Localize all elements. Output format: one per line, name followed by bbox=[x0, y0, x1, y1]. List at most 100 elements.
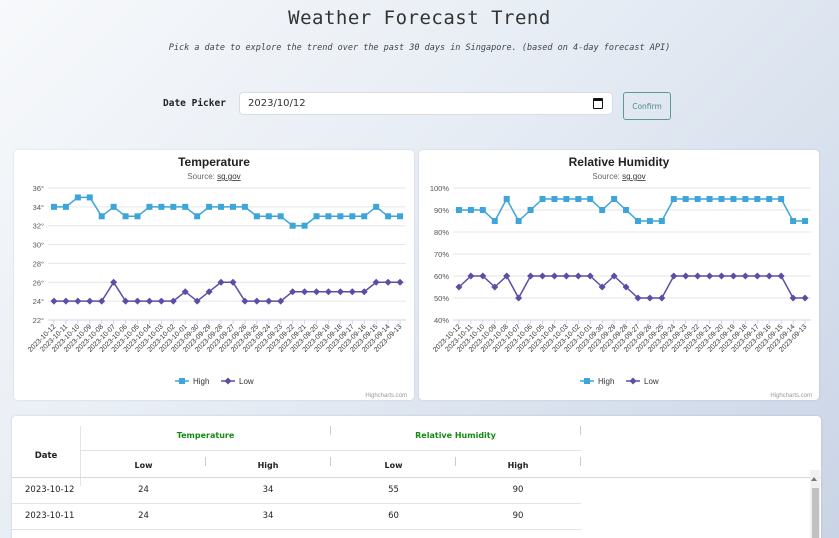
data-point-high bbox=[253, 213, 260, 220]
data-point-high bbox=[527, 207, 534, 213]
y-tick-label: 60% bbox=[434, 272, 449, 281]
data-point-low bbox=[741, 272, 749, 280]
legend-diamond-marker bbox=[629, 377, 637, 385]
data-point-high bbox=[623, 207, 630, 213]
data-point-low bbox=[765, 272, 773, 280]
data-point-high bbox=[373, 203, 380, 210]
y-tick-label: 70% bbox=[434, 250, 449, 259]
series-line-low bbox=[458, 274, 805, 300]
y-tick-label: 24° bbox=[33, 297, 44, 306]
data-point-high bbox=[730, 196, 737, 202]
data-point-high bbox=[241, 203, 248, 210]
data-point-high bbox=[599, 207, 606, 213]
data-point-low bbox=[562, 272, 570, 280]
data-point-low bbox=[241, 297, 249, 305]
table-header-humidity[interactable]: Relative Humidity bbox=[331, 424, 580, 446]
table-cell-rh-low: 55 bbox=[388, 485, 399, 495]
data-point-high bbox=[515, 218, 522, 224]
table-header-temperature[interactable]: Temperature bbox=[81, 424, 330, 446]
page-subtitle: Pick a date to explore the trend over th… bbox=[168, 43, 671, 53]
data-point-low bbox=[50, 297, 58, 305]
table-header-temp-low[interactable]: Low bbox=[81, 454, 206, 476]
data-point-low bbox=[574, 272, 582, 280]
date-picker-label: Date Picker bbox=[163, 98, 226, 109]
data-point-high bbox=[634, 218, 641, 224]
data-point-high bbox=[646, 218, 653, 224]
y-tick-label: 100% bbox=[430, 184, 450, 193]
data-point-high bbox=[301, 222, 308, 229]
data-point-high bbox=[289, 222, 296, 229]
page-title: Weather Forecast Trend bbox=[288, 7, 551, 29]
data-point-low bbox=[301, 288, 309, 296]
data-point-high bbox=[551, 196, 558, 202]
series-line-low bbox=[54, 280, 400, 303]
data-point-high bbox=[182, 203, 189, 210]
data-point-low bbox=[384, 278, 392, 286]
data-point-high bbox=[86, 194, 93, 201]
data-point-high bbox=[682, 196, 689, 202]
table-header-temp-high[interactable]: High bbox=[206, 454, 330, 476]
y-tick-label: 30° bbox=[33, 241, 44, 250]
table-header-rh-high[interactable]: High bbox=[456, 454, 580, 476]
data-point-low bbox=[98, 297, 106, 305]
chart-title: Temperature bbox=[178, 155, 250, 169]
table-cell-date: 2023-10-12 bbox=[25, 485, 75, 495]
data-point-high bbox=[790, 218, 797, 224]
data-point-high bbox=[361, 213, 368, 220]
table-cell-rh-high: 90 bbox=[512, 511, 524, 521]
date-picker-value: 2023/10/12 bbox=[248, 98, 306, 109]
data-point-low bbox=[313, 288, 320, 296]
data-point-high bbox=[122, 213, 129, 220]
data-point-high bbox=[455, 207, 462, 213]
data-point-low bbox=[777, 272, 785, 280]
data-point-low bbox=[670, 272, 678, 280]
data-point-low bbox=[694, 272, 702, 280]
data-point-high bbox=[158, 203, 165, 210]
data-point-high bbox=[718, 196, 725, 202]
table-cell-rh-high: 90 bbox=[512, 485, 524, 495]
data-point-low bbox=[682, 272, 690, 280]
data-point-high bbox=[206, 203, 213, 210]
data-point-low bbox=[348, 288, 356, 296]
date-picker-input[interactable]: 2023/10/12 bbox=[239, 92, 613, 115]
y-tick-label: 80% bbox=[434, 228, 449, 237]
data-point-low bbox=[718, 272, 725, 280]
data-point-high bbox=[539, 196, 546, 202]
y-tick-label: 28° bbox=[33, 259, 44, 268]
data-point-low bbox=[658, 294, 666, 302]
legend-label-high: High bbox=[193, 377, 209, 386]
source-link[interactable]: sg.gov bbox=[217, 172, 241, 181]
data-point-high bbox=[706, 196, 713, 202]
series-line-high bbox=[54, 196, 400, 227]
data-point-high bbox=[611, 196, 618, 202]
data-point-high bbox=[742, 196, 749, 202]
data-point-high bbox=[766, 196, 773, 202]
scrollbar-thumb[interactable] bbox=[812, 488, 819, 538]
data-point-low bbox=[646, 294, 654, 302]
data-point-high bbox=[98, 213, 105, 220]
table-header-rh-low[interactable]: Low bbox=[331, 454, 456, 476]
y-tick-label: 50% bbox=[434, 294, 449, 303]
data-point-high bbox=[563, 196, 570, 202]
highcharts-credit: Highcharts.com bbox=[770, 393, 812, 399]
data-point-high bbox=[62, 203, 69, 210]
scroll-up-arrow-icon[interactable] bbox=[811, 477, 817, 481]
calendar-icon[interactable] bbox=[593, 98, 603, 109]
column-separator bbox=[580, 457, 581, 466]
source-link[interactable]: sg.gov bbox=[622, 172, 646, 181]
source-prefix: Source: bbox=[187, 172, 217, 181]
data-point-high bbox=[134, 213, 141, 220]
data-point-low bbox=[527, 272, 535, 280]
data-point-low bbox=[753, 272, 761, 280]
confirm-button[interactable]: Confirm bbox=[623, 92, 671, 120]
table-cell-temp-low: 24 bbox=[138, 511, 149, 521]
header-bottom-border bbox=[12, 477, 821, 478]
data-point-low bbox=[253, 297, 261, 305]
data-point-high bbox=[277, 213, 284, 220]
data-point-high bbox=[491, 218, 498, 224]
legend-label-high: High bbox=[598, 377, 614, 386]
table-cell-temp-low: 24 bbox=[138, 485, 149, 495]
chart-source: Source: sg.gov bbox=[187, 172, 240, 181]
data-point-low bbox=[729, 272, 737, 280]
legend-diamond-marker bbox=[224, 377, 232, 385]
